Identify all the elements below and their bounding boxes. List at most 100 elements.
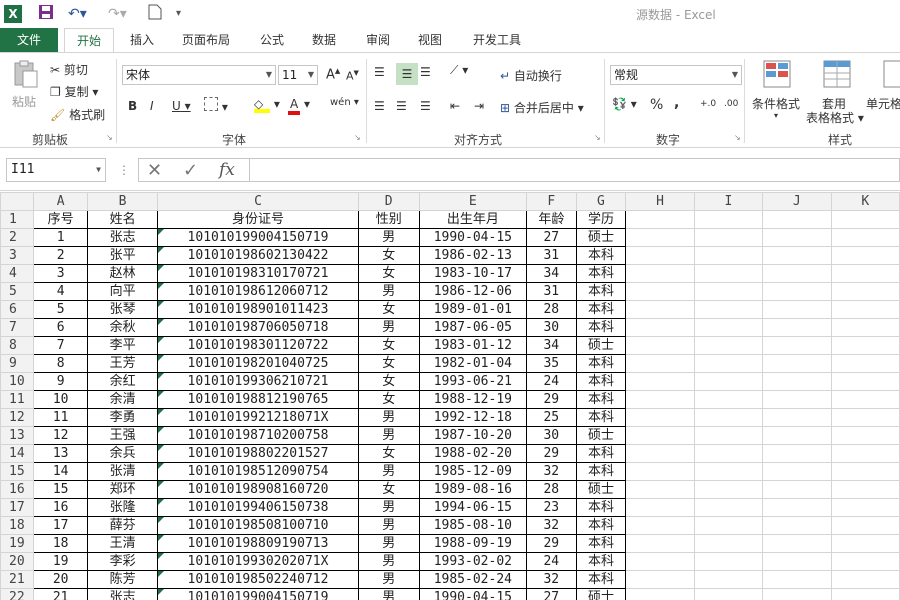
cell[interactable]: 男 — [357, 552, 420, 571]
cell[interactable]: 出生年月 — [418, 210, 528, 229]
cell[interactable] — [693, 462, 764, 481]
cell[interactable] — [830, 300, 900, 319]
cell[interactable]: 1989-08-16 — [418, 480, 528, 499]
cell[interactable]: 18 — [33, 534, 88, 553]
row-header[interactable]: 2 — [0, 228, 35, 247]
cell[interactable]: 男 — [357, 534, 420, 553]
cell[interactable] — [762, 318, 832, 337]
copy-button[interactable]: ❐ 复制 ▾ — [50, 83, 98, 100]
cell[interactable]: 本科 — [575, 318, 627, 337]
cell[interactable] — [693, 498, 764, 517]
tab-developer[interactable]: 开发工具 — [462, 28, 532, 52]
paste-label[interactable]: 粘贴 — [12, 93, 36, 110]
cell[interactable] — [830, 318, 900, 337]
cell[interactable]: 张清 — [86, 462, 159, 481]
cell[interactable]: 男 — [357, 282, 420, 301]
paste-button[interactable] — [10, 59, 40, 92]
cell[interactable]: 硕士 — [575, 336, 627, 355]
cell[interactable] — [693, 210, 764, 229]
cell[interactable]: 101010199004150719 — [157, 588, 359, 600]
cell[interactable] — [693, 246, 764, 265]
cell[interactable] — [693, 534, 764, 553]
cell[interactable] — [830, 498, 900, 517]
format-painter-button[interactable]: 🖌 格式刷 — [50, 106, 105, 123]
cell[interactable]: 1994-06-15 — [418, 498, 528, 517]
cell[interactable] — [762, 228, 832, 247]
cell[interactable]: 姓名 — [86, 210, 159, 229]
cell[interactable] — [625, 390, 695, 409]
cell[interactable]: 年龄 — [526, 210, 577, 229]
cell[interactable]: 男 — [357, 318, 420, 337]
cell[interactable]: 女 — [357, 300, 420, 319]
cell[interactable] — [830, 552, 900, 571]
dialog-launcher-icon[interactable]: ↘ — [106, 133, 113, 142]
table-format-button[interactable]: 表格格式 ▾ — [806, 109, 864, 126]
row-header[interactable]: 9 — [0, 354, 35, 373]
cell[interactable] — [762, 336, 832, 355]
italic-button[interactable]: I — [150, 99, 154, 113]
cell[interactable]: 张琴 — [86, 300, 159, 319]
new-doc-icon[interactable] — [148, 4, 162, 24]
cell-styles-button[interactable]: 单元格 — [866, 95, 900, 112]
row-header[interactable]: 12 — [0, 408, 35, 427]
cell[interactable]: 硕士 — [575, 588, 627, 600]
align-right-icon[interactable]: ☰ — [420, 99, 431, 113]
cell[interactable]: 34 — [526, 264, 577, 283]
cell[interactable]: 20 — [33, 570, 88, 589]
cell[interactable] — [762, 444, 832, 463]
cell[interactable] — [762, 552, 832, 571]
cell[interactable] — [830, 444, 900, 463]
cell[interactable]: 101010198201040725 — [157, 354, 359, 373]
cell[interactable]: 101010198502240712 — [157, 570, 359, 589]
row-header[interactable]: 7 — [0, 318, 35, 337]
cell[interactable]: 硕士 — [575, 480, 627, 499]
cell[interactable] — [625, 516, 695, 535]
cell[interactable]: 35 — [526, 354, 577, 373]
cell[interactable] — [625, 264, 695, 283]
cell[interactable] — [625, 570, 695, 589]
row-header[interactable]: 6 — [0, 300, 35, 319]
cell[interactable]: 本科 — [575, 354, 627, 373]
font-size-select[interactable]: 11 ▼ — [278, 65, 318, 85]
cell[interactable]: 女 — [357, 372, 420, 391]
cell[interactable] — [762, 210, 832, 229]
cell[interactable] — [762, 282, 832, 301]
cell[interactable]: 本科 — [575, 444, 627, 463]
cell[interactable]: 男 — [357, 408, 420, 427]
decrease-decimal-icon[interactable]: .00 — [724, 99, 738, 109]
cell[interactable]: 101010198809190713 — [157, 534, 359, 553]
cell[interactable]: 1985-08-10 — [418, 516, 528, 535]
cell[interactable] — [625, 228, 695, 247]
cell[interactable]: 男 — [357, 588, 420, 600]
cell[interactable] — [693, 426, 764, 445]
cell[interactable] — [625, 336, 695, 355]
cell[interactable]: 101010199306210721 — [157, 372, 359, 391]
cell[interactable] — [762, 498, 832, 517]
cell[interactable]: 30 — [526, 426, 577, 445]
cell[interactable]: 李平 — [86, 336, 159, 355]
cell[interactable]: 2 — [33, 246, 88, 265]
redo-icon[interactable]: ↷▾ — [108, 4, 127, 24]
increase-indent-icon[interactable]: ⇥ — [474, 99, 484, 113]
cell[interactable] — [762, 246, 832, 265]
cell[interactable]: 李勇 — [86, 408, 159, 427]
cell[interactable]: 身份证号 — [157, 210, 359, 229]
row-header[interactable]: 15 — [0, 462, 35, 481]
cell[interactable] — [693, 300, 764, 319]
cell[interactable] — [693, 570, 764, 589]
cell[interactable] — [830, 354, 900, 373]
decrease-indent-icon[interactable]: ⇤ — [450, 99, 460, 113]
cell[interactable]: 101010198602130422 — [157, 246, 359, 265]
cell[interactable]: 17 — [33, 516, 88, 535]
name-box[interactable]: I11 ▼ — [6, 158, 106, 182]
cell[interactable] — [830, 588, 900, 600]
cell[interactable] — [625, 300, 695, 319]
cell[interactable] — [625, 588, 695, 600]
align-top-icon[interactable]: ☰ — [374, 65, 385, 79]
cell[interactable] — [693, 408, 764, 427]
cell[interactable]: 1988-12-19 — [418, 390, 528, 409]
column-header[interactable]: E — [418, 192, 528, 211]
font-color-button[interactable]: A ▾ — [288, 97, 310, 115]
cell[interactable]: 25 — [526, 408, 577, 427]
comma-button[interactable]: , — [674, 95, 679, 111]
